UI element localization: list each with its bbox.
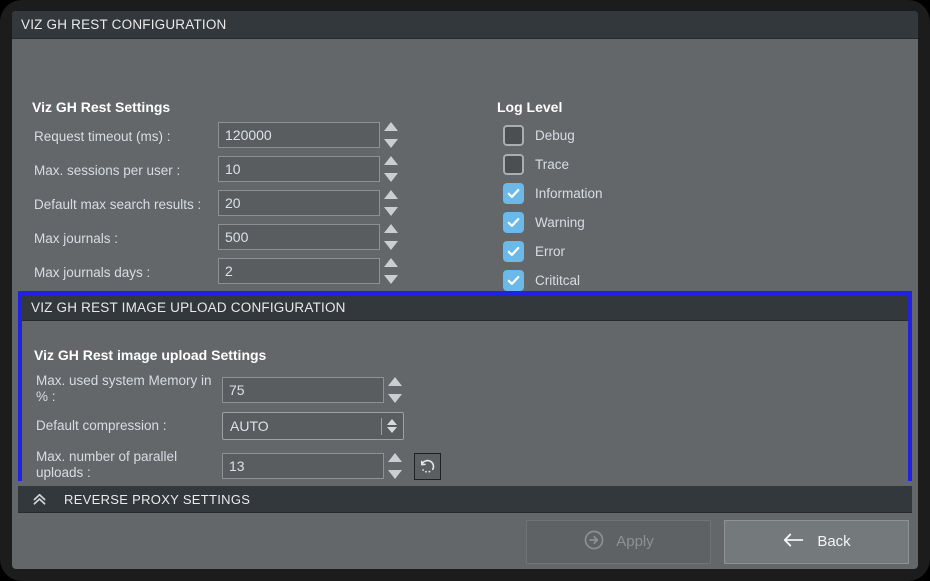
checkbox-warning[interactable]: [503, 212, 524, 233]
spinner-up-icon[interactable]: [384, 224, 398, 233]
spinner-up-icon[interactable]: [388, 453, 402, 462]
request-timeout-input[interactable]: [218, 122, 380, 148]
request-timeout-spinner[interactable]: [384, 121, 398, 149]
upload-settings-group-title: Viz GH Rest image upload Settings: [34, 347, 267, 363]
window-content: VIZ GH REST CONFIGURATION Viz GH Rest Se…: [12, 11, 918, 569]
checkbox-information[interactable]: [503, 183, 524, 204]
spinner-down-icon[interactable]: [388, 394, 402, 403]
config-section-header: VIZ GH REST CONFIGURATION: [12, 11, 918, 39]
rest-settings-group-title: Viz GH Rest Settings: [32, 99, 171, 115]
max-sessions-per-user-input[interactable]: [218, 156, 380, 182]
max-journals-days-input[interactable]: [218, 258, 380, 284]
spinner-down-icon[interactable]: [384, 275, 398, 284]
spinner-up-icon[interactable]: [384, 190, 398, 199]
checkbox-critical[interactable]: [503, 270, 524, 291]
config-section-body: Viz GH Rest Settings Request timeout (ms…: [12, 39, 918, 320]
application-window: VIZ GH REST CONFIGURATION Viz GH Rest Se…: [0, 0, 930, 581]
default-compression-dropdown[interactable]: AUTO: [222, 412, 404, 440]
back-button-label: Back: [817, 533, 851, 550]
log-level-title: Log Level: [497, 99, 563, 115]
upload-section-header: VIZ GH REST IMAGE UPLOAD CONFIGURATION: [22, 295, 908, 321]
spinner-up-icon[interactable]: [384, 122, 398, 131]
log-level-label-warning: Warning: [535, 215, 585, 230]
viz-gh-rest-configuration-section: VIZ GH REST CONFIGURATION Viz GH Rest Se…: [12, 11, 918, 320]
combo-separator: [381, 417, 382, 435]
reverse-proxy-settings-header[interactable]: REVERSE PROXY SETTINGS: [18, 486, 912, 513]
max-parallel-uploads-label: Max. number of parallel uploads :: [36, 449, 178, 480]
default-compression-label: Default compression :: [36, 418, 167, 433]
reverse-proxy-settings-label: REVERSE PROXY SETTINGS: [64, 491, 251, 507]
log-level-label-debug: Debug: [535, 128, 575, 143]
max-journals-days-spinner[interactable]: [384, 257, 398, 285]
max-parallel-uploads-spinner[interactable]: [388, 452, 402, 480]
log-level-item-trace[interactable]: Trace: [503, 150, 603, 179]
chevron-updown-icon[interactable]: [386, 414, 398, 438]
upload-section-body: Viz GH Rest image upload Settings Max. u…: [22, 321, 908, 481]
spinner-down-icon[interactable]: [388, 470, 402, 479]
checkbox-error[interactable]: [503, 241, 524, 262]
checkbox-trace[interactable]: [503, 154, 524, 175]
action-bar: Apply Back: [18, 514, 912, 569]
log-level-item-error[interactable]: Error: [503, 237, 603, 266]
max-journals-input[interactable]: [218, 224, 380, 250]
default-max-search-results-input[interactable]: [218, 190, 380, 216]
max-journals-spinner[interactable]: [384, 223, 398, 251]
checkbox-debug[interactable]: [503, 125, 524, 146]
max-sessions-per-user-spinner[interactable]: [384, 155, 398, 183]
log-level-item-debug[interactable]: Debug: [503, 121, 603, 150]
log-level-label-information: Information: [535, 186, 603, 201]
max-system-memory-input[interactable]: [222, 377, 384, 403]
request-timeout-label: Request timeout (ms) :: [34, 129, 171, 144]
spinner-down-icon[interactable]: [384, 173, 398, 182]
default-max-search-results-spinner[interactable]: [384, 189, 398, 217]
spinner-down-icon[interactable]: [384, 207, 398, 216]
max-sessions-per-user-label: Max. sessions per user :: [34, 163, 181, 178]
apply-button[interactable]: Apply: [526, 519, 711, 564]
default-compression-value: AUTO: [230, 418, 269, 434]
log-level-item-warning[interactable]: Warning: [503, 208, 603, 237]
max-journals-days-label: Max journals days :: [34, 265, 151, 280]
log-level-item-information[interactable]: Information: [503, 179, 603, 208]
circle-arrow-right-icon: [583, 529, 605, 555]
log-level-label-critical: Crititcal: [535, 273, 581, 288]
spinner-up-icon[interactable]: [388, 377, 402, 386]
max-parallel-uploads-input[interactable]: [222, 453, 384, 479]
max-system-memory-label: Max. used system Memory in % :: [36, 373, 212, 404]
log-level-label-trace: Trace: [535, 157, 570, 172]
arrow-left-icon: [782, 530, 806, 554]
apply-button-label: Apply: [616, 533, 654, 550]
reset-arrow-icon: [420, 459, 435, 473]
back-button[interactable]: Back: [724, 519, 909, 564]
log-level-label-error: Error: [535, 244, 565, 259]
max-journals-label: Max journals :: [34, 231, 119, 246]
reset-defaults-button[interactable]: [414, 453, 441, 480]
spinner-down-icon[interactable]: [384, 241, 398, 250]
spinner-up-icon[interactable]: [384, 156, 398, 165]
viz-gh-rest-image-upload-configuration-section: VIZ GH REST IMAGE UPLOAD CONFIGURATION V…: [18, 291, 912, 481]
chevron-double-up-icon[interactable]: [31, 491, 48, 508]
max-system-memory-spinner[interactable]: [388, 376, 402, 404]
default-max-search-results-label: Default max search results :: [34, 197, 202, 212]
spinner-up-icon[interactable]: [384, 258, 398, 267]
spinner-down-icon[interactable]: [384, 139, 398, 148]
